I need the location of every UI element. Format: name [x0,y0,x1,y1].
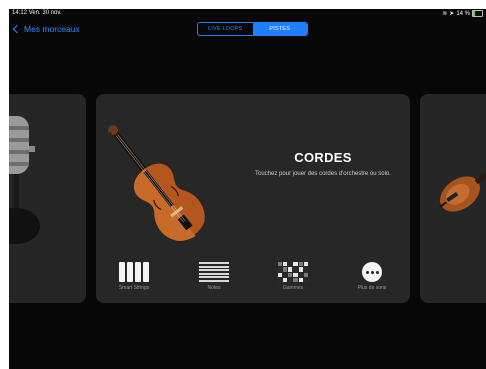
mode-label: Notes [207,285,221,291]
mode-notes[interactable]: Notes [184,262,244,291]
status-right: ≋ ➤ 14 % [442,10,483,17]
instrument-card-strings[interactable]: CORDES Touchez pour jouer des cordes d'o… [96,94,410,303]
date-text: Ven. 30 nov. [28,10,62,16]
bass-guitar-icon [439,145,486,212]
scales-icon [278,262,308,282]
location-icon: ➤ [449,11,455,17]
mode-label: Gammes [282,285,304,291]
tab-pistes[interactable]: PISTES [252,23,307,35]
instrument-description: Touchez pour jouer des cordes d'orchestr… [255,171,391,177]
instrument-title: CORDES [294,150,352,165]
battery-icon [472,10,483,17]
status-bar: 14:12 Ven. 30 nov. ≋ ➤ 14 % [9,9,486,19]
mode-smart-strings[interactable]: Smart Strings [104,262,164,291]
instrument-card-bass[interactable] [420,94,486,303]
mode-gammes[interactable]: Gammes [263,262,323,291]
tab-live-loops[interactable]: LIVE LOOPS [198,23,253,35]
status-time: 14:12 Ven. 30 nov. [12,10,62,16]
more-icon [362,262,382,282]
back-label: Mes morceaux [24,24,80,34]
segmented-control: LIVE LOOPS PISTES [197,22,308,36]
mode-label: Smart Strings [118,285,150,291]
microphone-icon [9,116,40,244]
strings-icon [104,262,164,282]
screen: 14:12 Ven. 30 nov. ≋ ➤ 14 % Mes morceaux… [9,9,486,369]
back-button[interactable]: Mes morceaux [12,24,80,34]
time-text: 14:12 [12,10,28,16]
chevron-left-icon [12,24,22,34]
wifi-icon: ≋ [442,11,448,17]
instrument-card-audio[interactable] [9,94,86,303]
violin-icon [106,125,205,241]
battery-text: 14 % [456,10,470,17]
mode-label: Plus de sons [357,285,387,291]
notes-icon [199,262,229,282]
mode-plus-de-sons[interactable]: Plus de sons [342,262,402,291]
